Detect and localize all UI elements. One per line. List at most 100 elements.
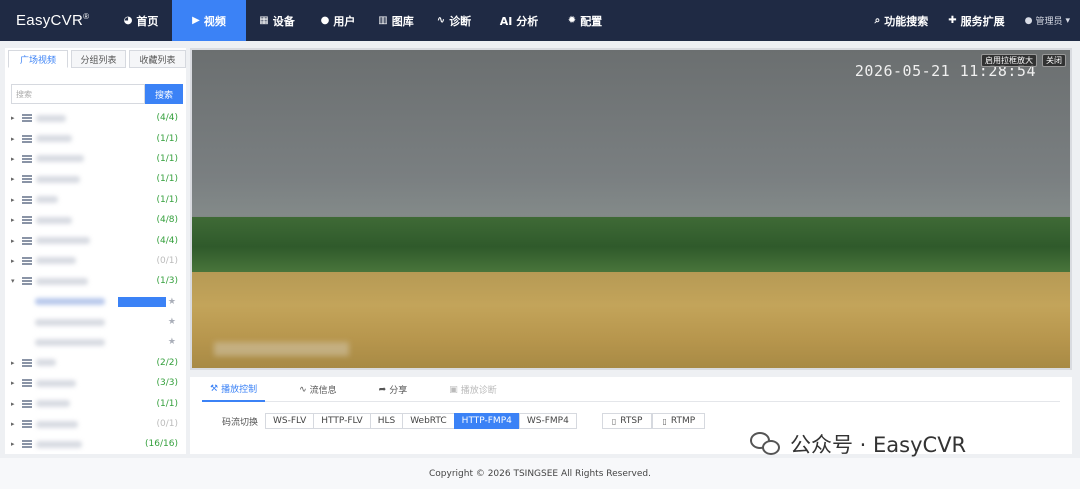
nav-item-label: 设备 xyxy=(272,14,295,28)
tree-group[interactable]: ▸ (1/1) xyxy=(5,149,186,169)
brand-logo[interactable]: EasyCVR® xyxy=(0,12,110,29)
user-name: 管理员 xyxy=(1035,17,1063,27)
nav-right-item-0[interactable]: ⌕ 功能搜索 xyxy=(865,0,939,41)
tab-group-list[interactable]: 分组列表 xyxy=(71,50,126,68)
camera-name-redacted xyxy=(35,318,105,326)
zoom-select-button[interactable]: 启用拉框放大 xyxy=(981,54,1037,67)
diagnose-icon: ▣ xyxy=(449,384,458,395)
nav-item-0[interactable]: ◕ 首页 xyxy=(110,0,172,41)
copyright-text: Copyright © 2026 TSINGSEE All Rights Res… xyxy=(429,468,651,479)
nav-item-4[interactable]: ▥ 图库 xyxy=(368,0,424,41)
server-icon xyxy=(22,440,32,449)
caret-right-icon[interactable]: ▸ xyxy=(11,420,19,428)
nav-item-2[interactable]: ▦ 设备 xyxy=(246,0,308,41)
control-tab-0[interactable]: ⚒ 播放控制 xyxy=(202,377,266,402)
stream-button[interactable]: HTTP-FMP4 xyxy=(453,413,520,429)
watermark-text: 公众号 · EasyCVR xyxy=(790,433,967,457)
stream-button[interactable]: WS-FMP4 xyxy=(518,413,577,429)
caret-right-icon[interactable]: ▸ xyxy=(11,135,19,143)
video-frame[interactable]: 2026-05-21 11:28:54 启用拉框放大 关闭 xyxy=(192,50,1070,368)
nav-item-1[interactable]: ▶ 视频 xyxy=(172,0,246,41)
group-name-redacted xyxy=(36,440,82,448)
tree-group[interactable]: ▸ (4/4) xyxy=(5,230,186,250)
stream-button[interactable]: HLS xyxy=(369,413,404,429)
control-tab-1[interactable]: ∿ 流信息 xyxy=(291,377,345,402)
camera-item[interactable]: ★ xyxy=(5,292,186,312)
search-button[interactable]: 搜索 xyxy=(145,84,183,104)
tree-group[interactable]: ▸ (2/2) xyxy=(5,353,186,373)
star-icon[interactable]: ★ xyxy=(168,317,176,327)
brand-name: EasyCVR xyxy=(16,12,84,29)
star-icon[interactable]: ★ xyxy=(168,337,176,347)
server-icon xyxy=(22,358,32,367)
osd-caption xyxy=(214,342,349,356)
caret-right-icon[interactable]: ▸ xyxy=(11,379,19,387)
tree-group[interactable]: ▸ (16/16) xyxy=(5,434,186,454)
tree-group[interactable]: ▸ (1/1) xyxy=(5,393,186,413)
camera-item[interactable]: ★ xyxy=(5,332,186,352)
caret-right-icon[interactable]: ▸ xyxy=(11,400,19,408)
stream-button[interactable]: HTTP-FLV xyxy=(313,413,371,429)
tree-group[interactable]: ▸ (0/1) xyxy=(5,414,186,434)
caret-right-icon[interactable]: ▸ xyxy=(11,257,19,265)
nav-right-item-1[interactable]: ✚ 服务扩展 xyxy=(938,0,1014,41)
control-tab-2[interactable]: ➦ 分享 xyxy=(371,377,416,402)
close-button[interactable]: 关闭 xyxy=(1042,54,1066,67)
caret-down-icon[interactable]: ▾ xyxy=(11,277,19,285)
camera-item[interactable]: ★ xyxy=(5,312,186,332)
pulse-icon: ∿ xyxy=(299,384,307,395)
group-name-redacted xyxy=(36,175,80,183)
user-icon: ● xyxy=(320,15,330,26)
tree-group[interactable]: ▾ (1/3) xyxy=(5,271,186,291)
nav-item-5[interactable]: ∿ 诊断 xyxy=(424,0,484,41)
search-input[interactable]: 搜索 xyxy=(11,84,145,104)
tree-group[interactable]: ▸ (1/1) xyxy=(5,169,186,189)
nav-menu: ◕ 首页 ▶ 视频 ▦ 设备 ● 用户 ▥ 图库 ∿ 诊断 AI 分析 ✹ 配置 xyxy=(110,0,616,41)
sidebar: 广场视频 分组列表 收藏列表 搜索 搜索 ▸ (4/4) ▸ (1/1) ▸ (1/1) ▸… xyxy=(5,48,186,454)
nav-item-6[interactable]: AI 分析 xyxy=(484,0,554,41)
caret-right-icon[interactable]: ▸ xyxy=(11,216,19,224)
selected-highlight xyxy=(118,296,166,307)
nav-item-7[interactable]: ✹ 配置 xyxy=(554,0,616,41)
caret-right-icon[interactable]: ▸ xyxy=(11,359,19,367)
control-tab-label: 播放控制 xyxy=(221,385,258,395)
tree-group[interactable]: ▸ (1/1) xyxy=(5,190,186,210)
caret-right-icon[interactable]: ▸ xyxy=(11,237,19,245)
tree-group[interactable]: ▸ (0/1) xyxy=(5,251,186,271)
user-menu[interactable]: ● 管理员 ▾ xyxy=(1015,14,1080,28)
group-count: (16/16) xyxy=(145,439,178,450)
group-count: (4/4) xyxy=(156,235,178,246)
stream-button[interactable]: WebRTC xyxy=(402,413,455,429)
tab-square-video[interactable]: 广场视频 xyxy=(8,50,68,68)
brand-mark: ® xyxy=(83,12,90,21)
caret-right-icon[interactable]: ▸ xyxy=(11,155,19,163)
protocol-button[interactable]: ▯ RTMP xyxy=(652,413,706,429)
stream-button[interactable]: WS-FLV xyxy=(265,413,315,429)
caret-right-icon[interactable]: ▸ xyxy=(11,175,19,183)
caret-right-icon[interactable]: ▸ xyxy=(11,196,19,204)
nav-item-label: 图库 xyxy=(391,14,414,28)
tree-group[interactable]: ▸ (3/3) xyxy=(5,373,186,393)
caret-right-icon[interactable]: ▸ xyxy=(11,440,19,448)
protocol-button[interactable]: ▯ RTSP xyxy=(601,413,653,429)
tree-group[interactable]: ▸ (4/8) xyxy=(5,210,186,230)
group-count: (3/3) xyxy=(156,378,178,389)
tree-group[interactable]: ▸ (1/1) xyxy=(5,128,186,148)
user-icon: ● xyxy=(1024,15,1033,26)
tab-favorites[interactable]: 收藏列表 xyxy=(129,50,186,68)
caret-right-icon[interactable]: ▸ xyxy=(11,114,19,122)
device-icon: ▦ xyxy=(259,15,269,26)
group-count: (1/1) xyxy=(156,398,178,409)
nav-item-3[interactable]: ● 用户 xyxy=(308,0,368,41)
tree-group[interactable]: ▸ (4/4) xyxy=(5,108,186,128)
stream-switch: 码流切换 WS-FLV HTTP-FLV HLS WebRTC HTTP-FMP4 WS-… xyxy=(222,413,1072,429)
star-icon[interactable]: ★ xyxy=(168,297,176,307)
nav-right: ⌕ 功能搜索 ✚ 服务扩展 ● 管理员 ▾ xyxy=(865,0,1080,41)
group-name-redacted xyxy=(36,216,72,224)
chevron-down-icon: ▾ xyxy=(1065,15,1070,26)
wechat-icon xyxy=(750,432,782,456)
document-icon: ▯ xyxy=(611,416,617,426)
group-count: (1/1) xyxy=(156,153,178,164)
control-tab-label: 播放诊断 xyxy=(460,386,497,396)
sidebar-tabs: 广场视频 分组列表 收藏列表 xyxy=(5,48,186,70)
